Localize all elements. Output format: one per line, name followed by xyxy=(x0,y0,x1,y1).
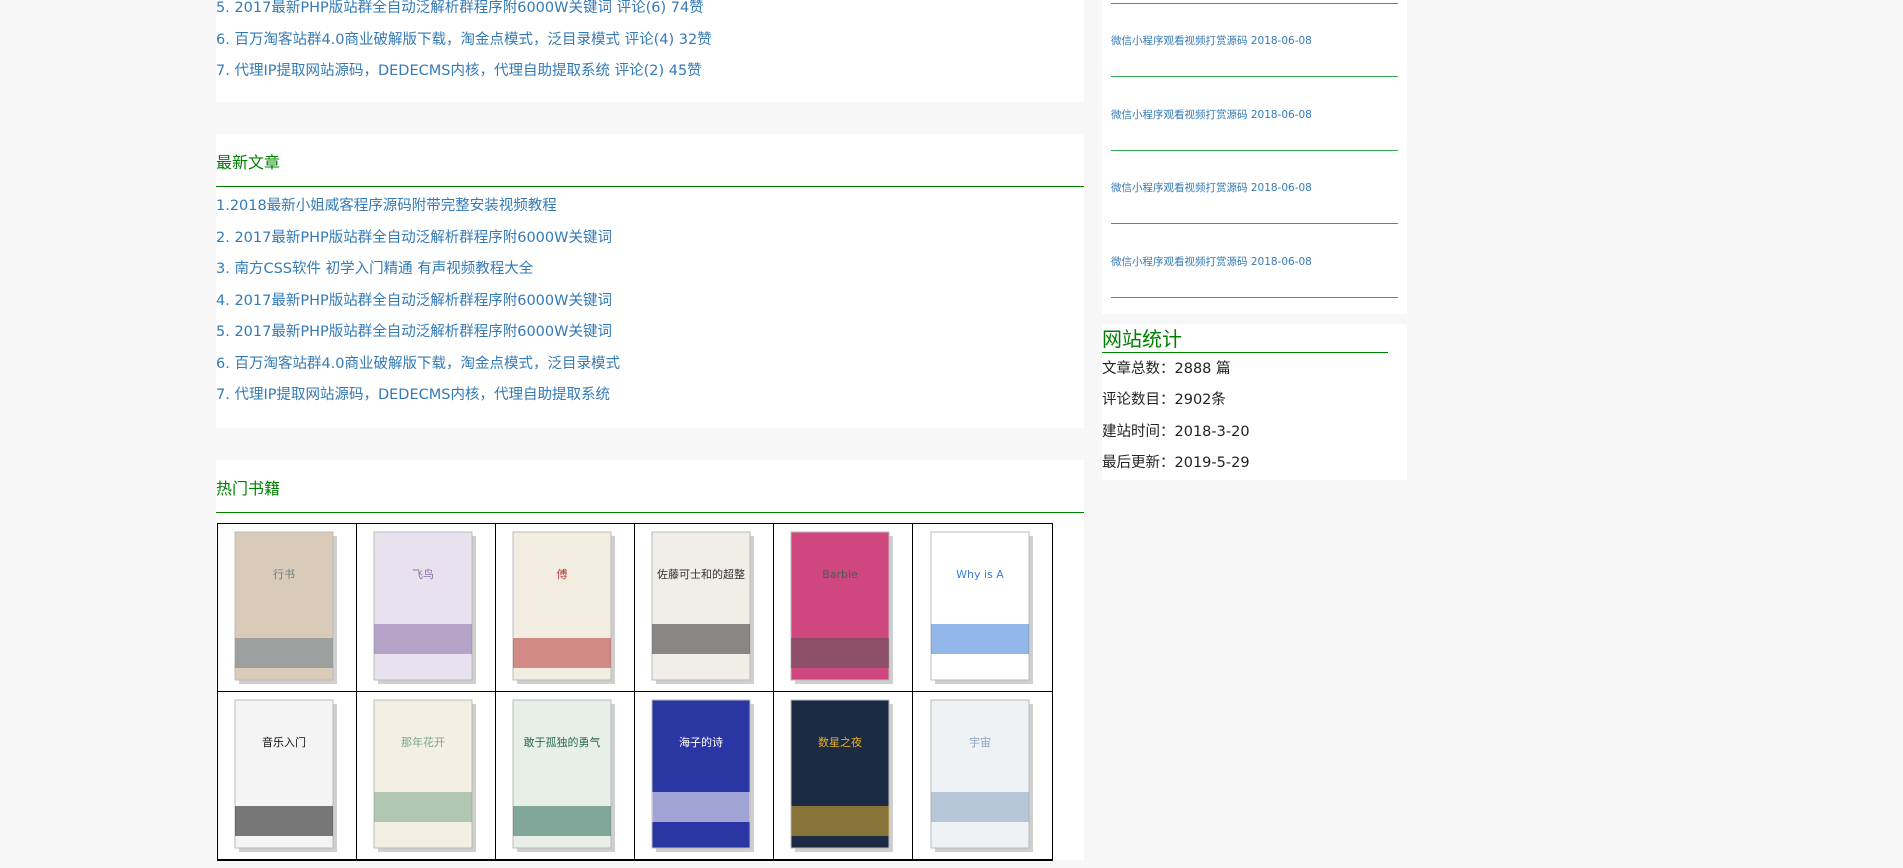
latest-articles-list: 1.2018最新小姐威客程序源码附带完整安装视频教程 2. 2017最新PHP版… xyxy=(216,187,1084,417)
book-cover-image: 飞鸟 xyxy=(373,531,476,684)
list-item: 2. 2017最新PHP版站群全自动泛解析群程序附6000W关键词 xyxy=(216,228,1084,260)
list-item: 5. 2017最新PHP版站群全自动泛解析群程序附6000W关键词 评论(6) … xyxy=(216,0,1084,30)
book-cover-title: 飞鸟 xyxy=(412,567,434,581)
recent-post-link[interactable]: 微信小程序观看视频打赏源码 2018-06-08 xyxy=(1111,254,1398,269)
list-item: 7. 代理IP提取网站源码，DEDECMS内核，代理自助提取系统 评论(2) 4… xyxy=(216,61,1084,93)
divider xyxy=(1111,297,1398,298)
book-cover-image: 敢于孤独的勇气 xyxy=(512,699,615,852)
book-cover-title: 数星之夜 xyxy=(818,735,862,749)
latest-article-link[interactable]: 2. 2017最新PHP版站群全自动泛解析群程序附6000W关键词 xyxy=(216,230,612,246)
book-cover-image: Barbie xyxy=(790,531,893,684)
book-cover-title: 宇宙 xyxy=(969,735,991,749)
list-item: 1.2018最新小姐威客程序源码附带完整安装视频教程 xyxy=(216,196,1084,228)
hot-articles-panel: 5. 2017最新PHP版站群全自动泛解析群程序附6000W关键词 评论(6) … xyxy=(216,0,1084,102)
list-item: 3. 南方CSS软件 初学入门精通 有声视频教程大全 xyxy=(216,259,1084,291)
recent-post-link[interactable]: 微信小程序观看视频打赏源码 2018-06-08 xyxy=(1111,33,1398,48)
book-cover-image: 傅 xyxy=(512,531,615,684)
latest-article-link[interactable]: 3. 南方CSS软件 初学入门精通 有声视频教程大全 xyxy=(216,261,533,277)
hot-article-link[interactable]: 7. 代理IP提取网站源码，DEDECMS内核，代理自助提取系统 评论(2) 4… xyxy=(216,63,702,79)
book-cover-image: 佐藤可士和的超整 xyxy=(651,531,754,684)
book-cover-link[interactable]: Barbie xyxy=(774,524,913,692)
list-item: 6. 百万淘客站群4.0商业破解版下载，淘金点模式，泛目录模式 评论(4) 32… xyxy=(216,30,1084,62)
hot-books-panel: 热门书籍 行书 飞鸟 傅 佐藤可士和的超整 Barbie Why is A 音乐入门 那年花开… xyxy=(216,460,1084,861)
book-cover-link[interactable]: 傅 xyxy=(496,524,635,692)
book-cover-link[interactable]: 宇宙 xyxy=(913,692,1052,860)
book-cover-title: 佐藤可士和的超整 xyxy=(657,567,745,581)
book-cover-image: 音乐入门 xyxy=(234,699,337,852)
stat-comment-count: 评论数目：2902条 xyxy=(1102,388,1226,409)
site-stats-title: 网站统计 xyxy=(1102,326,1388,353)
book-cover-title: 行书 xyxy=(273,568,295,581)
stat-value: 2019-5-29 xyxy=(1174,455,1250,471)
latest-article-link[interactable]: 7. 代理IP提取网站源码，DEDECMS内核，代理自助提取系统 xyxy=(216,387,610,403)
stat-value: 2902条 xyxy=(1174,392,1226,408)
book-cover-image: 海子的诗 xyxy=(651,699,754,852)
book-grid: 行书 飞鸟 傅 佐藤可士和的超整 Barbie Why is A 音乐入门 那年花开 敢于孤独的… xyxy=(217,523,1053,861)
book-cover-image: 数星之夜 xyxy=(790,699,893,852)
divider xyxy=(1111,150,1398,151)
stat-value: 2018-3-20 xyxy=(1174,424,1250,440)
latest-article-link[interactable]: 6. 百万淘客站群4.0商业破解版下载，淘金点模式，泛目录模式 xyxy=(216,356,620,372)
latest-article-link[interactable]: 5. 2017最新PHP版站群全自动泛解析群程序附6000W关键词 xyxy=(216,324,612,340)
book-cover-title: 那年花开 xyxy=(401,735,445,749)
book-cover-title: Barbie xyxy=(822,568,858,581)
book-cover-title: 敢于孤独的勇气 xyxy=(524,735,601,749)
book-cover-link[interactable]: 数星之夜 xyxy=(774,692,913,860)
book-cover-link[interactable]: 音乐入门 xyxy=(218,692,357,860)
stat-label: 文章总数： xyxy=(1102,361,1175,377)
stat-label: 最后更新： xyxy=(1102,455,1175,471)
list-item: 7. 代理IP提取网站源码，DEDECMS内核，代理自助提取系统 xyxy=(216,385,1084,417)
book-cover-link[interactable]: 那年花开 xyxy=(357,692,496,860)
book-cover-link[interactable]: 飞鸟 xyxy=(357,524,496,692)
stat-label: 评论数目： xyxy=(1102,392,1175,408)
book-cover-link[interactable]: 敢于孤独的勇气 xyxy=(496,692,635,860)
latest-articles-title: 最新文章 xyxy=(216,134,1084,187)
hot-books-title: 热门书籍 xyxy=(216,460,1084,513)
divider xyxy=(1111,3,1398,4)
book-cover-image: 那年花开 xyxy=(373,699,476,852)
book-cover-image: 宇宙 xyxy=(930,699,1033,852)
hot-article-link[interactable]: 5. 2017最新PHP版站群全自动泛解析群程序附6000W关键词 评论(6) … xyxy=(216,0,704,16)
recent-post-link[interactable]: 微信小程序观看视频打赏源码 2018-06-08 xyxy=(1111,107,1398,122)
book-cover-image: 行书 xyxy=(234,531,337,684)
stat-last-updated: 最后更新：2019-5-29 xyxy=(1102,451,1250,472)
latest-article-link[interactable]: 4. 2017最新PHP版站群全自动泛解析群程序附6000W关键词 xyxy=(216,293,612,309)
book-cover-title: 音乐入门 xyxy=(262,735,306,749)
latest-articles-panel: 最新文章 1.2018最新小姐威客程序源码附带完整安装视频教程 2. 2017最… xyxy=(216,134,1084,428)
recent-post-link[interactable]: 微信小程序观看视频打赏源码 2018-06-08 xyxy=(1111,180,1398,195)
list-item: 5. 2017最新PHP版站群全自动泛解析群程序附6000W关键词 xyxy=(216,322,1084,354)
book-cover-image: Why is A xyxy=(930,531,1033,684)
book-cover-link[interactable]: Why is A xyxy=(913,524,1052,692)
recent-posts-panel: 微信小程序观看视频打赏源码 2018-06-08 微信小程序观看视频打赏源码 2… xyxy=(1102,0,1407,314)
latest-article-link[interactable]: 1.2018最新小姐威客程序源码附带完整安装视频教程 xyxy=(216,198,557,214)
stat-article-count: 文章总数：2888 篇 xyxy=(1102,357,1231,378)
stat-founded-date: 建站时间：2018-3-20 xyxy=(1102,420,1250,441)
sidebar: 微信小程序观看视频打赏源码 2018-06-08 微信小程序观看视频打赏源码 2… xyxy=(1102,0,1407,480)
book-cover-link[interactable]: 佐藤可士和的超整 xyxy=(635,524,774,692)
stat-label: 建站时间： xyxy=(1102,424,1175,440)
book-cover-title: Why is A xyxy=(956,568,1004,581)
book-cover-link[interactable]: 海子的诗 xyxy=(635,692,774,860)
book-cover-link[interactable]: 行书 xyxy=(218,524,357,692)
divider xyxy=(1111,76,1398,77)
list-item: 4. 2017最新PHP版站群全自动泛解析群程序附6000W关键词 xyxy=(216,291,1084,323)
list-item: 6. 百万淘客站群4.0商业破解版下载，淘金点模式，泛目录模式 xyxy=(216,354,1084,386)
stat-value: 2888 篇 xyxy=(1174,361,1231,377)
site-stats-panel: 网站统计 文章总数：2888 篇 评论数目：2902条 建站时间：2018-3-… xyxy=(1102,324,1407,480)
book-cover-title: 海子的诗 xyxy=(679,735,723,749)
hot-article-link[interactable]: 6. 百万淘客站群4.0商业破解版下载，淘金点模式，泛目录模式 评论(4) 32… xyxy=(216,32,712,48)
hot-articles-list: 5. 2017最新PHP版站群全自动泛解析群程序附6000W关键词 评论(6) … xyxy=(216,0,1084,93)
book-cover-title: 傅 xyxy=(557,567,568,581)
main-column: 5. 2017最新PHP版站群全自动泛解析群程序附6000W关键词 评论(6) … xyxy=(216,0,1084,861)
divider xyxy=(1111,223,1398,224)
